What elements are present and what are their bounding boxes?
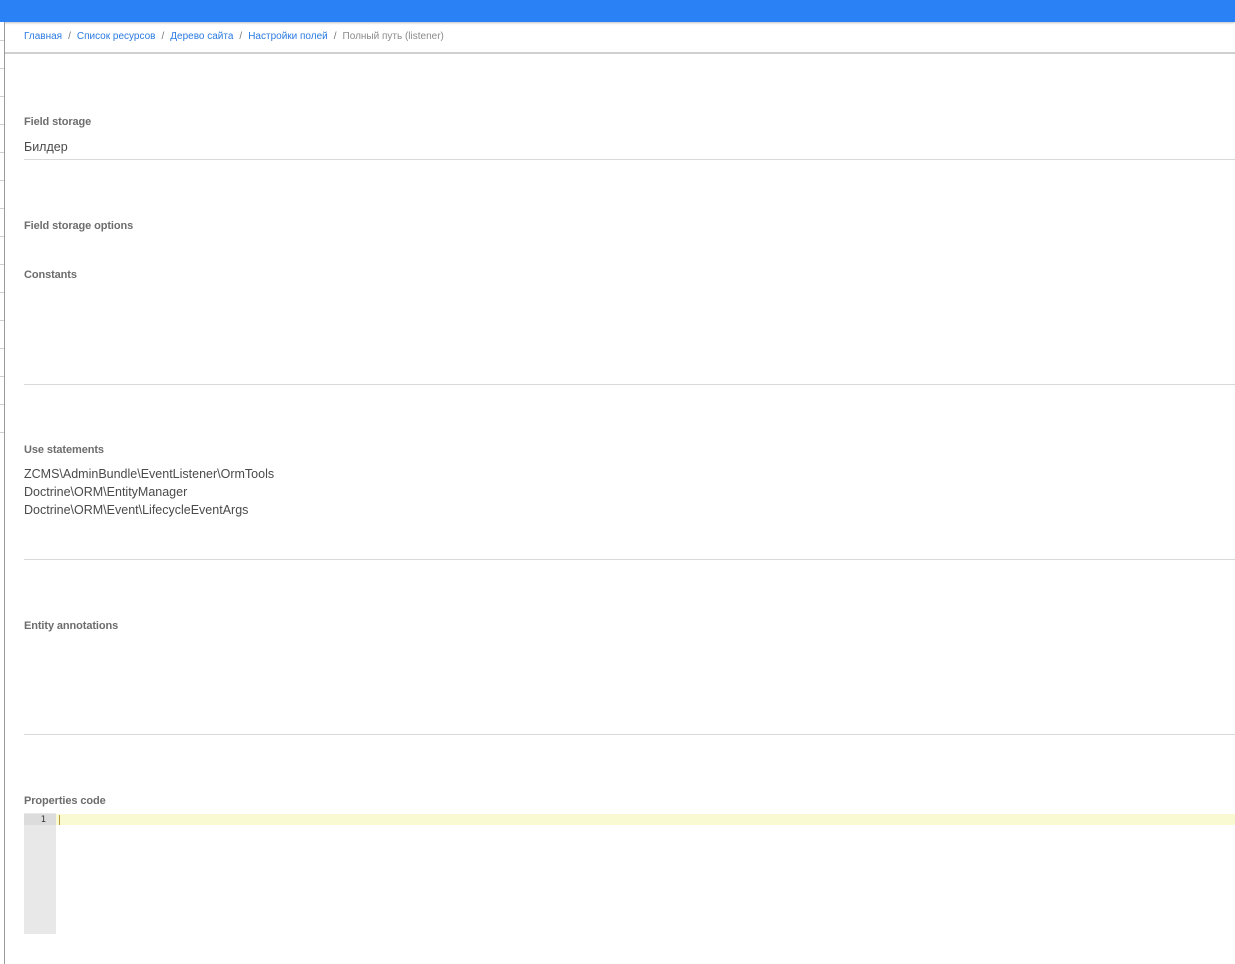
rail-divider — [0, 404, 4, 405]
code-gutter — [24, 813, 56, 934]
line-number: 1 — [40, 815, 46, 825]
breadcrumb-separator: / — [161, 31, 165, 42]
use-statements-field[interactable]: ZCMS\AdminBundle\EventListener\OrmTools … — [24, 465, 1235, 555]
rail-divider — [0, 40, 4, 41]
rail-divider — [0, 124, 4, 125]
rail-divider — [0, 292, 4, 293]
breadcrumb-separator: / — [68, 31, 71, 42]
constants-field[interactable] — [24, 290, 1235, 380]
breadcrumb-divider — [5, 52, 1235, 54]
properties-code-editor[interactable]: 1 — [24, 813, 1235, 934]
breadcrumb-site-tree[interactable]: Дерево сайта — [170, 31, 233, 42]
breadcrumb-current: Полный путь (listener) — [342, 31, 444, 42]
breadcrumb-separator: / — [333, 31, 337, 42]
breadcrumb-resource-list[interactable]: Список ресурсов — [77, 31, 156, 42]
rail-divider — [0, 68, 4, 69]
rail-divider — [0, 376, 4, 377]
constants-label: Constants — [24, 269, 77, 281]
rail-divider — [0, 96, 4, 97]
entity-annotations-field[interactable] — [24, 641, 1235, 731]
breadcrumb-field-settings[interactable]: Настройки полей — [248, 31, 328, 42]
rail-divider — [0, 180, 4, 181]
active-code-line[interactable] — [56, 814, 1235, 825]
properties-code-label: Properties code — [24, 795, 106, 807]
rail-divider — [0, 348, 4, 349]
text-cursor — [59, 815, 60, 825]
field-storage-value[interactable]: Билдер — [24, 138, 68, 156]
rail-divider — [0, 320, 4, 321]
rail-divider — [0, 264, 4, 265]
use-statements-label: Use statements — [24, 444, 104, 456]
left-rail — [0, 22, 5, 964]
rail-divider — [0, 236, 4, 237]
field-storage-underline — [24, 159, 1235, 160]
field-storage-label: Field storage — [24, 116, 92, 128]
constants-underline — [24, 384, 1235, 385]
entity-annotations-underline — [24, 734, 1235, 735]
use-statements-list: ZCMS\AdminBundle\EventListener\OrmTools … — [24, 465, 1235, 519]
use-statement-item: Doctrine\ORM\Event\LifecycleEventArgs — [24, 503, 249, 517]
use-statement-item: ZCMS\AdminBundle\EventListener\OrmTools — [24, 467, 275, 481]
rail-divider — [0, 152, 4, 153]
breadcrumb-separator: / — [239, 31, 243, 42]
rail-divider — [0, 432, 4, 433]
use-statements-underline — [24, 559, 1235, 560]
use-statement-item: Doctrine\ORM\EntityManager — [24, 485, 188, 499]
breadcrumb-home[interactable]: Главная — [24, 31, 62, 42]
top-navigation-bar — [0, 0, 1235, 22]
breadcrumb: Главная / Список ресурсов / Дерево сайта / Нас… — [24, 31, 444, 45]
entity-annotations-label: Entity annotations — [24, 620, 119, 632]
rail-divider — [0, 208, 4, 209]
field-storage-options-label: Field storage options — [24, 220, 134, 232]
